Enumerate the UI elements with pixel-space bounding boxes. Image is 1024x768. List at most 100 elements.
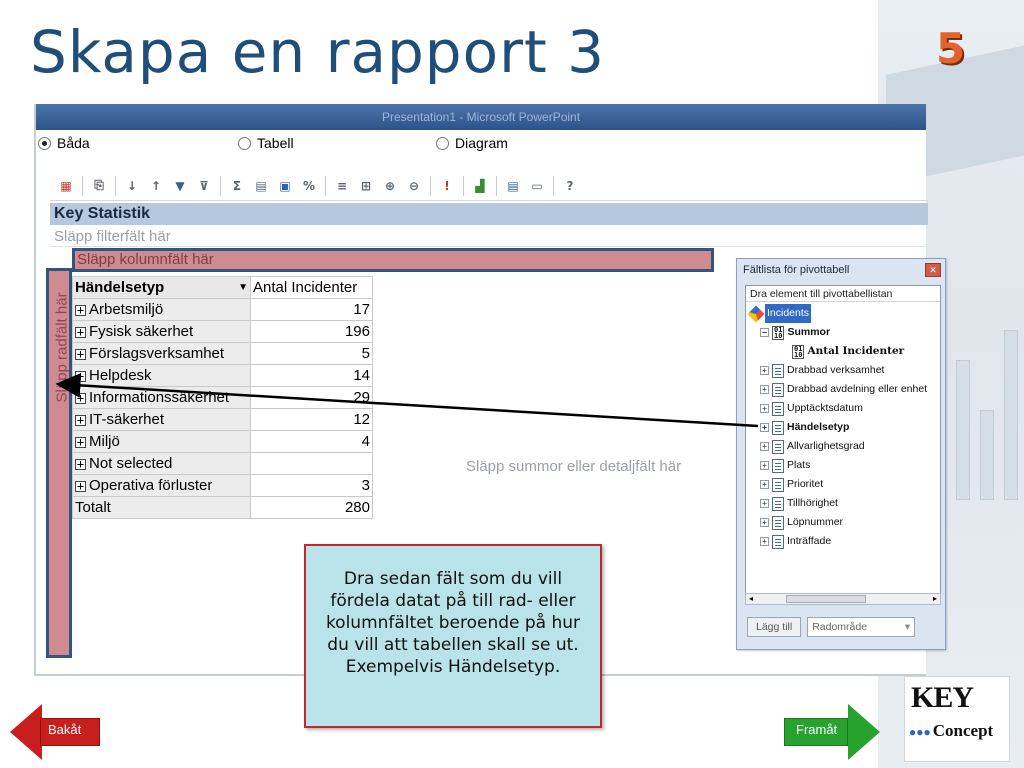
collapse-icon[interactable]: −: [760, 328, 769, 337]
expand-icon[interactable]: +: [760, 480, 769, 489]
field-item[interactable]: + Händelsetyp: [750, 418, 940, 437]
pivot-icon[interactable]: ▦: [56, 176, 76, 196]
alert-icon[interactable]: !: [437, 176, 457, 196]
filter-drop-zone[interactable]: Släpp filterfält här: [50, 227, 928, 247]
table-row[interactable]: + Informationssäkerhet 29: [72, 386, 373, 409]
expand-icon[interactable]: +: [75, 436, 86, 448]
row-label-cell[interactable]: + Fysisk säkerhet: [72, 320, 251, 343]
expand-icon[interactable]: +: [760, 385, 769, 394]
table-row[interactable]: + Miljö 4: [72, 430, 373, 453]
percent-icon[interactable]: %: [299, 176, 319, 196]
expand-icon[interactable]: +: [75, 304, 86, 316]
arrow-left-icon: [10, 704, 42, 760]
row-value-cell: 3: [250, 474, 373, 497]
values-drop-zone[interactable]: Släpp summor eller detaljfält här: [466, 458, 681, 475]
field-item[interactable]: + Drabbad verksamhet: [750, 361, 940, 380]
tree-root[interactable]: Incidents: [747, 304, 940, 323]
row-label-cell[interactable]: + Arbetsmiljö: [72, 298, 251, 321]
expand-icon[interactable]: +: [75, 458, 86, 470]
field-item[interactable]: + Prioritet: [750, 475, 940, 494]
collapse-icon[interactable]: ⊖: [404, 176, 424, 196]
expand-icon[interactable]: +: [760, 366, 769, 375]
copy-icon[interactable]: ⎘: [89, 176, 109, 196]
field-item[interactable]: + Plats: [750, 456, 940, 475]
field-item[interactable]: + Upptäcktsdatum: [750, 399, 940, 418]
sum-icon[interactable]: Σ: [227, 176, 247, 196]
tree-summor[interactable]: − 01 10 Summor: [750, 323, 940, 342]
row-label-cell[interactable]: + Förslagsverksamhet: [72, 342, 251, 365]
field-icon: [772, 382, 784, 397]
expand-icon[interactable]: +: [760, 461, 769, 470]
row-field-header[interactable]: Händelsetyp ▼: [72, 276, 251, 299]
expand-icon[interactable]: +: [760, 499, 769, 508]
tree-measure[interactable]: 01 10 Antal Incidenter: [750, 342, 940, 361]
field-list-box: Dra element till pivottabellistan Incide…: [745, 285, 941, 603]
calculator-icon[interactable]: ▣: [275, 176, 295, 196]
subtotal-icon[interactable]: ▤: [251, 176, 271, 196]
expand-icon[interactable]: ⊕: [380, 176, 400, 196]
radio-label: Båda: [57, 135, 90, 151]
expand-icon[interactable]: +: [75, 348, 86, 360]
close-icon[interactable]: ✕: [925, 263, 941, 277]
table-row[interactable]: + Förslagsverksamhet 5: [72, 342, 373, 365]
filter-icon[interactable]: ⊽: [194, 176, 214, 196]
scroll-right-icon[interactable]: ▸: [933, 594, 937, 603]
expand-icon[interactable]: +: [760, 518, 769, 527]
dropdown-arrow-icon[interactable]: ▼: [238, 282, 248, 293]
radio-diagram[interactable]: Diagram: [436, 135, 508, 151]
field-label: Allvarlighetsgrad: [787, 440, 865, 452]
field-item[interactable]: + Drabbad avdelning eller enhet: [750, 380, 940, 399]
expand-icon[interactable]: +: [75, 326, 86, 338]
cube-icon: [747, 305, 765, 322]
expand-icon[interactable]: +: [75, 414, 86, 426]
row-label-cell[interactable]: + Operativa förluster: [72, 474, 251, 497]
row-label-cell[interactable]: + Miljö: [72, 430, 251, 453]
field-label: Löpnummer: [787, 516, 844, 528]
column-drop-zone[interactable]: Släpp kolumnfält här: [72, 248, 714, 272]
properties-icon[interactable]: ▭: [527, 176, 547, 196]
field-item[interactable]: + Tillhörighet: [750, 494, 940, 513]
row-label-cell[interactable]: + IT-säkerhet: [72, 408, 251, 431]
table-row[interactable]: + Fysisk säkerhet 196: [72, 320, 373, 343]
field-item[interactable]: + Allvarlighetsgrad: [750, 437, 940, 456]
table-row[interactable]: + IT-säkerhet 12: [72, 408, 373, 431]
add-to-button[interactable]: Lägg till: [747, 617, 802, 637]
expand-icon[interactable]: +: [75, 370, 86, 382]
expand-icon[interactable]: +: [760, 537, 769, 546]
total-label: Totalt: [72, 496, 251, 519]
sort-desc-icon[interactable]: ↑: [146, 176, 166, 196]
expand-icon[interactable]: +: [760, 404, 769, 413]
chart-icon[interactable]: ▟: [470, 176, 490, 196]
row-label: Miljö: [89, 433, 120, 450]
horizontal-scrollbar[interactable]: ◂ ▸: [745, 593, 941, 605]
row-label-cell[interactable]: + Not selected: [72, 452, 251, 475]
table-row[interactable]: + Not selected: [72, 452, 373, 475]
sort-asc-icon[interactable]: ↓: [122, 176, 142, 196]
expand-icon[interactable]: +: [75, 392, 86, 404]
field-label: Inträffade: [787, 535, 832, 547]
table-row[interactable]: + Helpdesk 14: [72, 364, 373, 387]
back-button[interactable]: Bakåt: [8, 702, 103, 762]
field-item[interactable]: + Löpnummer: [750, 513, 940, 532]
autofilter-icon[interactable]: ▼: [170, 176, 190, 196]
field-item[interactable]: + Inträffade: [750, 532, 940, 551]
field-icon: [772, 439, 784, 454]
table-row[interactable]: + Arbetsmiljö 17: [72, 298, 373, 321]
row-label-cell[interactable]: + Helpdesk: [72, 364, 251, 387]
expand-icon[interactable]: +: [760, 442, 769, 451]
row-label-cell[interactable]: + Informationssäkerhet: [72, 386, 251, 409]
expand-icon[interactable]: +: [760, 423, 769, 432]
radio-both[interactable]: Båda: [38, 135, 238, 151]
row-drop-zone[interactable]: Släpp radfält här: [46, 268, 72, 658]
scroll-left-icon[interactable]: ◂: [749, 594, 753, 603]
scroll-thumb[interactable]: [786, 595, 866, 603]
area-select[interactable]: Radområde: [807, 617, 916, 637]
field-icon[interactable]: ≡: [332, 176, 352, 196]
table-row[interactable]: + Operativa förluster 3: [72, 474, 373, 497]
export-icon[interactable]: ▤: [503, 176, 523, 196]
field-settings-icon[interactable]: ⊞: [356, 176, 376, 196]
expand-icon[interactable]: +: [75, 480, 86, 492]
radio-table[interactable]: Tabell: [238, 135, 436, 151]
help-icon[interactable]: ?: [560, 176, 580, 196]
forward-button[interactable]: Framåt: [784, 702, 884, 762]
